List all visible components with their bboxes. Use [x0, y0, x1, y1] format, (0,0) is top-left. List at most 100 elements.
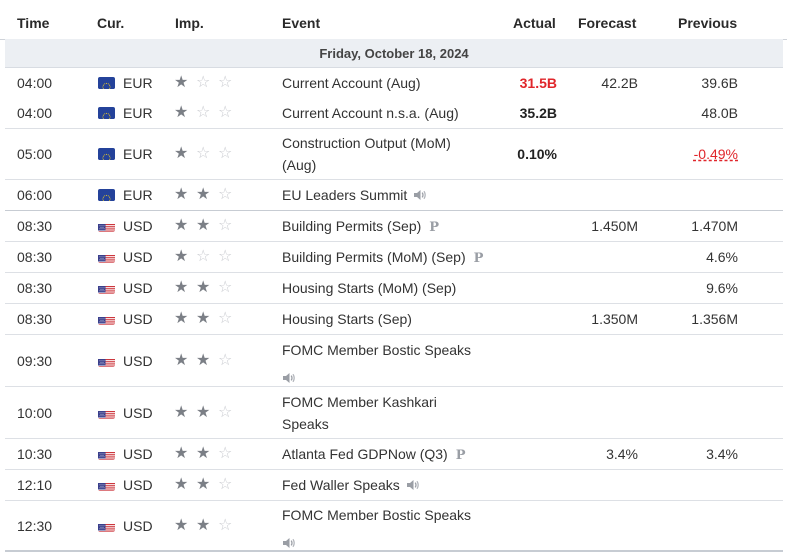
- eu-flag-icon: [98, 148, 115, 160]
- table-row[interactable]: 04:00 EUR ★ ☆ ☆ Current Account n.s.a. (Aug) 3…: [5, 98, 783, 129]
- table-row[interactable]: 08:30 USD ★ ★ ☆ Building Permits (Sep) P 1.450M…: [5, 211, 783, 242]
- event-name[interactable]: EU Leaders Summit: [282, 184, 487, 206]
- speaker-icon: [282, 533, 296, 548]
- star-empty-icon: ☆: [218, 248, 233, 265]
- event-currency: USD: [123, 518, 153, 534]
- event-name[interactable]: Fed Waller Speaks: [282, 474, 487, 496]
- us-flag-icon: [98, 313, 115, 325]
- event-time: 04:00: [17, 75, 53, 91]
- event-name-label[interactable]: Current Account n.s.a. (Aug): [282, 105, 459, 121]
- table-header: Time Cur. Imp. Event Actual Forecast Pre…: [0, 0, 787, 40]
- event-name-label[interactable]: Housing Starts (Sep): [282, 311, 412, 327]
- star-empty-icon: ☆: [218, 476, 233, 493]
- star-empty-icon: ☆: [218, 404, 233, 421]
- event-name[interactable]: Construction Output (MoM) (Aug): [282, 132, 487, 176]
- star-filled-icon: ★: [196, 217, 211, 234]
- event-actual-value: 35.2B: [519, 105, 557, 121]
- star-filled-icon: ★: [196, 186, 211, 203]
- event-previous-value[interactable]: -0.49%: [694, 143, 738, 165]
- table-row[interactable]: 06:00 EUR ★ ★ ☆ EU Leaders Summit: [5, 180, 783, 212]
- event-time: 08:30: [17, 218, 53, 234]
- header-actual[interactable]: Actual: [513, 15, 556, 32]
- table-row[interactable]: 04:00 EUR ★ ☆ ☆ Current Account (Aug) 31.5B 42.…: [5, 68, 783, 99]
- table-row[interactable]: 10:30 USD ★ ★ ☆ Atlanta Fed GDPNow (Q3) P 3.4% 3…: [5, 439, 783, 470]
- event-time: 05:00: [17, 146, 53, 162]
- event-name[interactable]: Current Account (Aug): [282, 72, 487, 94]
- preliminary-icon: P: [429, 220, 440, 235]
- event-actual-value: 0.10%: [517, 146, 557, 162]
- event-name[interactable]: FOMC Member Bostic Speaks: [282, 339, 487, 383]
- event-name-label[interactable]: EU Leaders Summit: [282, 187, 407, 203]
- star-empty-icon: ☆: [196, 248, 211, 265]
- table-row[interactable]: 12:30 USD ★ ★ ☆ FOMC Member Bostic Speaks: [5, 501, 783, 552]
- event-name[interactable]: Atlanta Fed GDPNow (Q3) P: [282, 443, 487, 467]
- event-name[interactable]: Housing Starts (Sep): [282, 308, 487, 330]
- preliminary-icon: P: [455, 448, 466, 463]
- event-name-label[interactable]: Atlanta Fed GDPNow (Q3): [282, 446, 448, 462]
- header-time[interactable]: Time: [17, 15, 49, 32]
- importance-rating: ★ ★ ☆: [174, 311, 238, 327]
- star-empty-icon: ☆: [218, 217, 233, 234]
- importance-rating: ★ ★ ☆: [174, 477, 238, 493]
- header-previous[interactable]: Previous: [678, 15, 737, 32]
- event-previous-value: 39.6B: [701, 75, 738, 91]
- table-row[interactable]: 12:10 USD ★ ★ ☆ Fed Waller Speaks: [5, 470, 783, 501]
- importance-rating: ★ ☆ ☆: [174, 146, 238, 162]
- table-row[interactable]: 10:00 USD ★ ★ ☆ FOMC Member Kashkari Speaks: [5, 387, 783, 457]
- star-empty-icon: ☆: [218, 74, 233, 91]
- event-name[interactable]: Building Permits (MoM) (Sep) P: [282, 246, 487, 270]
- star-filled-icon: ★: [174, 279, 189, 296]
- star-filled-icon: ★: [174, 145, 189, 162]
- header-event[interactable]: Event: [282, 15, 320, 32]
- star-empty-icon: ☆: [218, 279, 233, 296]
- speaker-icon: [406, 475, 420, 490]
- event-name-label[interactable]: FOMC Member Kashkari Speaks: [282, 394, 437, 432]
- preliminary-icon: P: [473, 251, 484, 266]
- importance-rating: ★ ☆ ☆: [174, 75, 238, 91]
- star-empty-icon: ☆: [218, 445, 233, 462]
- event-name[interactable]: Building Permits (Sep) P: [282, 215, 487, 239]
- star-filled-icon: ★: [174, 74, 189, 91]
- table-row[interactable]: 08:30 USD ★ ★ ☆ Housing Starts (Sep) 1.350M 1.3…: [5, 304, 783, 335]
- us-flag-icon: [98, 448, 115, 460]
- event-name[interactable]: Current Account n.s.a. (Aug): [282, 102, 487, 124]
- table-row[interactable]: 08:30 USD ★ ★ ☆ Housing Starts (MoM) (Sep) 9.6…: [5, 273, 783, 304]
- star-empty-icon: ☆: [196, 145, 211, 162]
- event-currency: USD: [123, 446, 153, 462]
- event-name-label[interactable]: FOMC Member Bostic Speaks: [282, 342, 471, 358]
- event-name-label[interactable]: Fed Waller Speaks: [282, 477, 400, 493]
- event-currency: EUR: [123, 146, 153, 162]
- event-name[interactable]: Housing Starts (MoM) (Sep): [282, 277, 487, 299]
- us-flag-icon: [98, 355, 115, 367]
- importance-rating: ★ ★ ☆: [174, 518, 238, 534]
- star-filled-icon: ★: [174, 248, 189, 265]
- speaker-icon: [282, 368, 296, 383]
- event-currency: USD: [123, 249, 153, 265]
- table-row[interactable]: 09:30 USD ★ ★ ☆ FOMC Member Bostic Speaks: [5, 335, 783, 387]
- event-name-label[interactable]: Housing Starts (MoM) (Sep): [282, 280, 456, 296]
- event-name-label[interactable]: Building Permits (MoM) (Sep): [282, 249, 466, 265]
- header-importance[interactable]: Imp.: [175, 15, 204, 32]
- event-name-label[interactable]: Building Permits (Sep): [282, 218, 421, 234]
- event-previous-value: 3.4%: [706, 446, 738, 462]
- header-forecast[interactable]: Forecast: [578, 15, 636, 32]
- event-currency: EUR: [123, 105, 153, 121]
- importance-rating: ★ ☆ ☆: [174, 249, 238, 265]
- event-name[interactable]: FOMC Member Bostic Speaks: [282, 504, 487, 548]
- star-empty-icon: ☆: [218, 104, 233, 121]
- star-filled-icon: ★: [174, 404, 189, 421]
- table-row[interactable]: 05:00 EUR ★ ☆ ☆ Construction Output (MoM) (Au…: [5, 129, 783, 180]
- header-currency[interactable]: Cur.: [97, 15, 124, 32]
- day-label: Friday, October 18, 2024: [319, 46, 469, 61]
- event-name-label[interactable]: Construction Output (MoM) (Aug): [282, 135, 451, 173]
- event-currency: USD: [123, 353, 153, 369]
- importance-rating: ★ ★ ☆: [174, 446, 238, 462]
- event-time: 06:00: [17, 187, 53, 203]
- star-filled-icon: ★: [196, 445, 211, 462]
- event-name-label[interactable]: FOMC Member Bostic Speaks: [282, 507, 471, 523]
- star-filled-icon: ★: [174, 445, 189, 462]
- event-time: 09:30: [17, 353, 53, 369]
- table-row[interactable]: 08:30 USD ★ ☆ ☆ Building Permits (MoM) (Sep) P…: [5, 242, 783, 273]
- event-name-label[interactable]: Current Account (Aug): [282, 75, 421, 91]
- event-time: 12:30: [17, 518, 53, 534]
